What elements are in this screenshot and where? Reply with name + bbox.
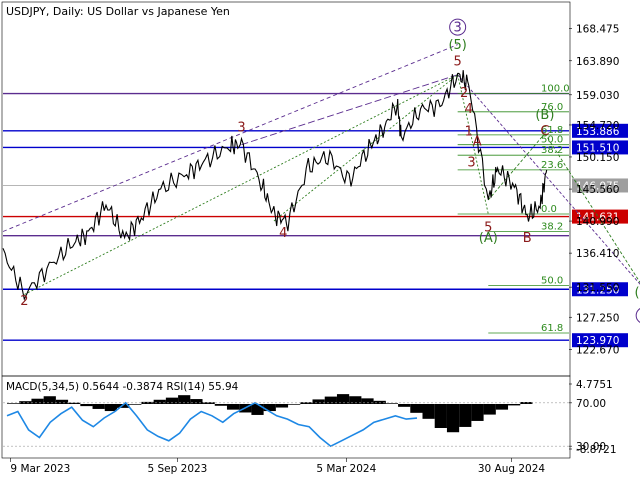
macd-bar-29	[361, 398, 374, 404]
price-tick-label-3: 154.720	[576, 120, 619, 132]
price-tick-label-2: 159.030	[576, 90, 619, 102]
macd-bar-34	[422, 404, 435, 419]
fib-lower-label-0: 38.2	[541, 222, 563, 233]
price-tick-label-7: 136.410	[576, 248, 619, 260]
chart-window: 153.886 151.510 146.075 141.631 131.250 123.9…	[0, 0, 640, 480]
wave-label-3: 5	[454, 55, 462, 70]
wave-label-12: (A)	[479, 231, 498, 246]
macd-bar-42	[520, 402, 533, 404]
wave-label-5: 4	[465, 102, 473, 117]
chart-header-text: USDJPY, Daily: US Dollar vs Japanese Yen	[6, 5, 230, 18]
macd-bar-10	[129, 404, 142, 405]
macd-bar-23	[288, 404, 301, 405]
ind-tick-label-1: 70.00	[576, 398, 606, 410]
macd-bar-7	[92, 404, 105, 409]
wave-label-0: 2	[20, 294, 28, 309]
macd-bar-6	[80, 404, 93, 407]
macd-bar-25	[312, 399, 325, 404]
macd-bar-31	[385, 403, 399, 404]
time-tick-label-3: 30 Aug 2024	[478, 463, 546, 475]
time-tick-label-2: 5 Mar 2024	[316, 463, 376, 475]
macd-bar-21	[263, 404, 276, 412]
macd-bar-5	[68, 402, 81, 404]
macd-bar-32	[398, 404, 411, 407]
macd-bar-33	[410, 404, 423, 413]
macd-bar-8	[104, 404, 117, 412]
chart-canvas: 153.886151.510146.075141.631131.250123.9…	[0, 0, 640, 480]
wave-label-4: 2	[460, 86, 468, 101]
wave-label-2: 4	[279, 226, 287, 241]
fib-upper-label-5: 23.6	[541, 160, 563, 171]
wave-label-15: (C)	[635, 286, 640, 301]
macd-bar-2	[31, 398, 44, 404]
price-tick-label-0: 168.475	[576, 24, 619, 36]
macd-bar-35	[434, 404, 447, 428]
macd-bar-30	[373, 400, 386, 404]
price-tick-label-9: 127.250	[576, 312, 619, 324]
fib-upper-label-0: 100.0	[541, 84, 570, 95]
macd-bar-15	[190, 399, 203, 404]
macd-bar-41	[508, 404, 521, 406]
price-tick-label-4: 150.150	[576, 152, 619, 164]
fib-lower-label-2: 61.8	[541, 323, 563, 334]
wave-label-14: (5)	[448, 38, 466, 53]
macd-bar-38	[471, 404, 484, 421]
macd-bar-18	[226, 404, 240, 410]
wave-label-13: (B)	[535, 108, 554, 123]
macd-bar-36	[446, 404, 460, 433]
ind-tick-label-3: -8.8721	[576, 444, 617, 456]
macd-bar-40	[495, 404, 509, 410]
macd-bar-1	[19, 401, 32, 404]
macd-bar-0	[7, 403, 20, 404]
macd-bar-39	[483, 404, 496, 415]
time-tick-label-1: 5 Sep 2023	[148, 463, 208, 475]
indicator-header: MACD(5,34,5) 0.5644 -0.3874 RSI(14) 55.9…	[6, 381, 239, 393]
macd-bar-37	[459, 404, 472, 427]
price-tick-label-1: 163.890	[576, 56, 619, 68]
macd-bar-12	[153, 399, 166, 404]
time-tick-label-0: 9 Mar 2023	[10, 463, 70, 475]
macd-bar-24	[300, 402, 313, 404]
price-tick-label-10: 122.670	[576, 344, 619, 356]
macd-bar-27	[336, 394, 350, 404]
price-tick-label-8: 131.550	[576, 282, 619, 294]
price-tick-label-5: 145.560	[576, 184, 619, 196]
macd-bar-22	[275, 404, 289, 408]
price-tick-label-6: 140.990	[576, 216, 619, 228]
macd-bar-17	[214, 404, 227, 406]
ind-tick-label-0: 4.7751	[576, 379, 613, 391]
macd-bar-20	[251, 404, 264, 415]
fib-upper-label-4: 38.2	[541, 145, 563, 156]
macd-bar-3	[43, 396, 56, 404]
wave-label-16: 3	[454, 21, 462, 36]
fib-lower-label-1: 50.0	[541, 275, 563, 286]
wave-label-6: 1	[465, 125, 473, 140]
wave-label-1: 3	[237, 120, 245, 135]
fib-upper-label-6: 0.0	[541, 204, 557, 215]
wave-label-7: 3	[467, 155, 475, 170]
wave-label-9: A	[473, 134, 482, 149]
macd-bar-4	[55, 399, 69, 404]
wave-label-10: B	[523, 231, 532, 246]
wave-label-11: C	[540, 124, 549, 139]
